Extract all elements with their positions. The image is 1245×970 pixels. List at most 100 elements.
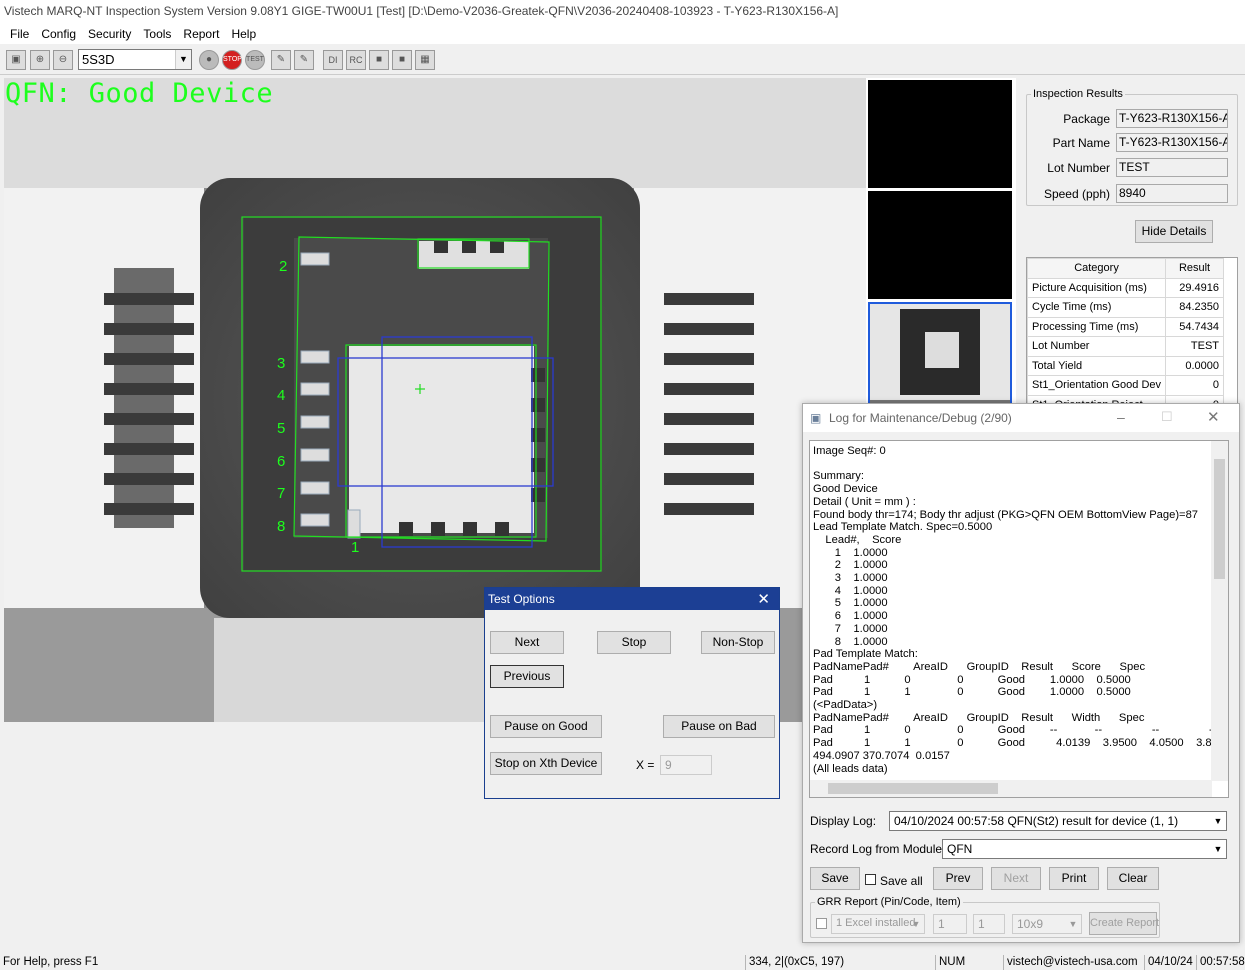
grid-cell: St1_Orientation Good Dev (1027, 375, 1167, 396)
package-combo[interactable]: 5S3D ▼ (78, 49, 192, 70)
qr-icon[interactable]: ▦ (415, 50, 435, 70)
minimize-icon[interactable]: – (1117, 409, 1125, 425)
vertical-scrollbar[interactable] (1211, 441, 1228, 781)
zoom-out-icon[interactable]: ⊖ (53, 50, 73, 70)
close-icon[interactable]: ✕ (1207, 408, 1220, 426)
record-log-label: Record Log from Module: (810, 842, 946, 856)
thumbnail-2[interactable] (868, 191, 1012, 299)
lead-label-1: 1 (351, 539, 359, 556)
x-label: X = (636, 758, 655, 772)
menu-report[interactable]: Report (177, 24, 225, 44)
grid-cell: Picture Acquisition (ms) (1027, 277, 1167, 298)
lot-number-value: TEST (1116, 158, 1228, 177)
grr-item-field[interactable]: 1 (973, 914, 1005, 934)
prev-button[interactable]: Prev (933, 867, 983, 890)
run-icon[interactable]: ● (199, 50, 219, 70)
record-log-select[interactable]: QFN ▼ (942, 839, 1227, 859)
hide-details-button[interactable]: Hide Details (1135, 220, 1213, 243)
print-button[interactable]: Print (1049, 867, 1099, 890)
rc-icon[interactable]: RC (346, 50, 366, 70)
x-input[interactable]: 9 (660, 755, 712, 775)
grid-cell: 54.7434 (1165, 316, 1225, 337)
chevron-down-icon[interactable]: ▼ (1210, 812, 1226, 830)
grr-size-select[interactable]: 10x9 ▼ (1012, 914, 1082, 934)
chevron-down-icon[interactable]: ▼ (1210, 840, 1226, 858)
stop-on-xth-button[interactable]: Stop on Xth Device (490, 752, 602, 775)
test-icon[interactable]: TEST (245, 50, 265, 70)
thumbnail-1[interactable] (868, 80, 1012, 188)
menu-help[interactable]: Help (225, 24, 262, 44)
next-button[interactable]: Next (991, 867, 1041, 890)
device-status-overlay: QFN: Good Device (5, 78, 274, 109)
part-name-value: T-Y623-R130X156-A (1116, 133, 1228, 152)
display-log-select[interactable]: 04/10/2024 00:57:58 QFN(St2) result for … (889, 811, 1227, 831)
package-row: Package T-Y623-R130X156-A (1024, 109, 1228, 129)
pause-on-good-button[interactable]: Pause on Good (490, 715, 602, 738)
lead-label-8: 8 (277, 518, 285, 535)
scroll-thumb[interactable] (1214, 459, 1225, 579)
window-title: Vistech MARQ-NT Inspection System Versio… (0, 0, 1245, 24)
camera-icon[interactable]: ▣ (6, 50, 26, 70)
inspection-results-legend: Inspection Results (1033, 88, 1123, 100)
display-log-label: Display Log: (810, 814, 877, 828)
stop-button[interactable]: Stop (597, 631, 671, 654)
save-all-checkbox[interactable] (865, 874, 876, 885)
close-icon[interactable]: ✕ (757, 590, 770, 608)
menu-config[interactable]: Config (35, 24, 82, 44)
box-icon[interactable]: ■ (369, 50, 389, 70)
menu-file[interactable]: File (4, 24, 35, 44)
grr-pin-field[interactable]: 1 (933, 914, 967, 934)
thumbnail-3[interactable] (868, 302, 1012, 410)
pause-on-bad-button[interactable]: Pause on Bad (663, 715, 775, 738)
lead-label-7: 7 (277, 485, 285, 502)
clear-button[interactable]: Clear (1107, 867, 1159, 890)
table-row: Total Yield 0.0000 (1027, 355, 1225, 376)
non-stop-button[interactable]: Non-Stop (701, 631, 775, 654)
test-options-dialog: Test Options ✕ Next Stop Non-Stop Previo… (484, 587, 780, 799)
log-text: Image Seq#: 0 Summary: Good Device Detai… (813, 445, 1216, 775)
table-row: Processing Time (ms) 54.7434 (1027, 316, 1225, 337)
chevron-down-icon[interactable]: ▼ (175, 50, 191, 69)
create-report-button[interactable]: Create Report (1089, 912, 1159, 935)
teach2-icon[interactable]: ✎ (294, 50, 314, 70)
next-button[interactable]: Next (490, 631, 564, 654)
log-window-title: Log for Maintenance/Debug (2/90) (803, 404, 1239, 432)
excel-select[interactable]: 1 Excel installed ▼ (831, 914, 925, 934)
save-button[interactable]: Save (810, 867, 860, 890)
horizontal-scrollbar[interactable] (810, 780, 1212, 797)
stop-icon[interactable]: STOP (222, 50, 242, 70)
grid-header-category[interactable]: Category (1027, 258, 1167, 279)
chevron-down-icon[interactable]: ▼ (908, 915, 924, 933)
menu-tools[interactable]: Tools (137, 24, 177, 44)
thumbnail-strip (866, 78, 1016, 410)
time-text: 00:57:58 (1196, 955, 1245, 970)
previous-button[interactable]: Previous (490, 665, 564, 688)
grid-header-result[interactable]: Result (1165, 258, 1225, 279)
teach-icon[interactable]: ✎ (271, 50, 291, 70)
box2-icon[interactable]: ■ (392, 50, 412, 70)
di-icon[interactable]: DI (323, 50, 343, 70)
scroll-thumb[interactable] (828, 783, 998, 794)
zoom-in-icon[interactable]: ⊕ (30, 50, 50, 70)
chevron-down-icon[interactable]: ▼ (1065, 915, 1081, 933)
maximize-icon[interactable]: ☐ (1161, 409, 1173, 425)
grr-enable-checkbox[interactable] (816, 918, 827, 929)
speed-label: Speed (pph) (1043, 187, 1110, 201)
thumbnail-image (870, 304, 1010, 400)
grid-cell: 29.4916 (1165, 277, 1225, 298)
grid-cell: Processing Time (ms) (1027, 316, 1167, 337)
log-text-area[interactable]: Image Seq#: 0 Summary: Good Device Detai… (809, 440, 1229, 798)
results-grid[interactable]: Category Result Picture Acquisition (ms) 2… (1026, 257, 1238, 407)
grid-cell: TEST (1165, 336, 1225, 357)
grid-cell: 84.2350 (1165, 297, 1225, 318)
menu-security[interactable]: Security (82, 24, 137, 44)
status-bar: For Help, press F1 334, 2|(0xC5, 197) NU… (0, 955, 1245, 970)
grid-cell: Cycle Time (ms) (1027, 297, 1167, 318)
table-row: St1_Orientation Good Dev 0 (1027, 375, 1225, 396)
lot-number-label: Lot Number (1047, 161, 1110, 175)
num-lock-indicator: NUM (935, 955, 1002, 970)
log-window: Log for Maintenance/Debug (2/90) ▣ – ☐ ✕… (802, 403, 1240, 943)
lot-number-row: Lot Number TEST (1024, 158, 1228, 178)
grid-cell: 0 (1165, 375, 1225, 396)
part-name-row: Part Name T-Y623-R130X156-A (1024, 133, 1228, 153)
